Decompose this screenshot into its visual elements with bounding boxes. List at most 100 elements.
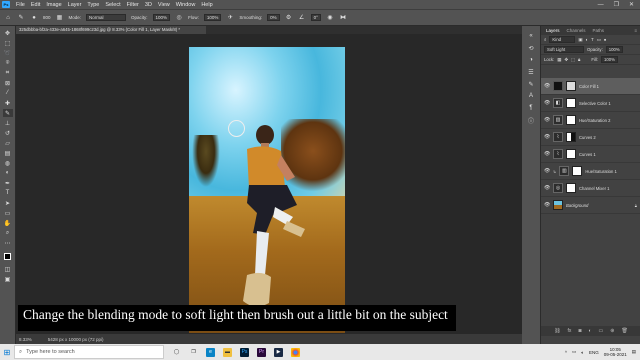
volume-icon[interactable]: 🔈︎ <box>581 350 584 355</box>
type-tool-icon[interactable]: T <box>3 189 13 197</box>
blend-mode-select[interactable]: Soft Light <box>544 46 584 53</box>
flow-input[interactable]: 100% <box>203 14 222 21</box>
zoom-level[interactable]: 8.33% <box>19 337 32 342</box>
eyedropper-tool-icon[interactable]: ⁄ <box>3 89 13 97</box>
filter-shape-icon[interactable]: ▭ <box>597 37 601 43</box>
menu-select[interactable]: Select <box>105 2 120 8</box>
smoothing-settings-icon[interactable]: ⚙ <box>285 14 293 22</box>
notifications-icon[interactable]: ▤ <box>632 349 636 355</box>
close-button[interactable]: ✕ <box>629 1 634 8</box>
quick-mask-icon[interactable]: ◫ <box>3 265 13 273</box>
lock-all-icon[interactable]: 🔒︎ <box>578 57 580 62</box>
history-panel-icon[interactable]: ⟲ <box>527 44 536 52</box>
mask-thumbnail[interactable] <box>566 81 576 91</box>
task-switch-icon[interactable]: ❐ <box>189 348 198 357</box>
visibility-eye-icon[interactable]: 👁︎ <box>544 100 550 106</box>
layer-name[interactable]: Background <box>566 203 588 208</box>
layer-name[interactable]: Color Fill 1 <box>579 84 599 89</box>
screen-mode-icon[interactable]: ▣ <box>3 275 13 283</box>
smoothing-input[interactable]: 0% <box>267 14 280 21</box>
marquee-tool-icon[interactable]: ⬚ <box>3 39 13 47</box>
pressure-size-icon[interactable]: ◉ <box>326 14 334 22</box>
hand-tool-icon[interactable]: ✋ <box>3 219 13 227</box>
layer-row[interactable]: 👁︎ ↳ ▥ Hue/Saturation 1 <box>541 163 640 180</box>
menu-edit[interactable]: Edit <box>31 2 40 8</box>
color-swatches-icon[interactable] <box>3 249 13 263</box>
visibility-eye-icon[interactable]: 👁︎ <box>544 117 550 123</box>
premiere-icon[interactable]: Pr <box>257 347 266 357</box>
collapse-panels-icon[interactable]: « <box>527 32 536 40</box>
show-hidden-icons[interactable]: ^ <box>565 350 567 355</box>
layer-row[interactable]: 👁︎ ▥ Hue/Saturation 2 <box>541 112 640 129</box>
kind-filter-select[interactable]: Kind <box>549 36 576 43</box>
panel-menu-icon[interactable]: ≡ <box>634 28 640 33</box>
mask-thumbnail[interactable] <box>572 166 583 176</box>
layer-opacity-input[interactable]: 100% <box>605 46 623 53</box>
filter-adjust-icon[interactable]: ◐ <box>585 37 588 42</box>
shape-tool-icon[interactable]: ▭ <box>3 209 13 217</box>
symmetry-icon[interactable]: ⧓ <box>339 14 347 22</box>
visibility-eye-icon[interactable]: 👁︎ <box>544 83 550 89</box>
new-group-icon[interactable]: ▭ <box>599 328 604 334</box>
tab-layers[interactable]: Layers <box>546 28 560 33</box>
lock-position-icon[interactable]: ✥ <box>564 57 568 63</box>
frame-tool-icon[interactable]: ⊠ <box>3 79 13 87</box>
chrome-icon[interactable] <box>291 347 300 357</box>
brush-tool-icon[interactable]: ✎ <box>17 14 25 22</box>
delete-layer-icon[interactable]: 🗑︎ <box>621 328 627 334</box>
filter-pixel-icon[interactable]: ▣ <box>578 37 582 43</box>
properties-panel-icon[interactable]: ☰ <box>527 68 536 76</box>
maximize-button[interactable]: ❐ <box>614 1 619 8</box>
opacity-input[interactable]: 100% <box>152 14 171 21</box>
menu-filter[interactable]: Filter <box>127 2 139 8</box>
photoshop-icon[interactable]: Ps <box>240 347 249 357</box>
task-view-icon[interactable]: ◯ <box>172 348 181 357</box>
gradient-tool-icon[interactable]: ▤ <box>3 149 13 157</box>
info-panel-icon[interactable]: ⓘ <box>527 116 536 125</box>
mode-select[interactable]: Normal <box>86 14 127 21</box>
character-panel-icon[interactable]: A <box>527 92 536 100</box>
menu-file[interactable]: File <box>16 2 25 8</box>
file-explorer-icon[interactable]: ▬ <box>223 347 232 357</box>
new-adjustment-icon[interactable]: ◐ <box>588 328 591 334</box>
brush-settings-icon[interactable]: ▦ <box>56 14 64 22</box>
move-tool-icon[interactable]: ✥ <box>3 29 13 37</box>
layer-row[interactable]: 👁︎ Color Fill 1 <box>541 78 640 95</box>
layer-name[interactable]: Hue/Saturation 1 <box>585 169 616 174</box>
more-tools-icon[interactable]: ⋯ <box>3 239 13 247</box>
layer-row[interactable]: 👁︎ Background 🔒︎ <box>541 197 640 214</box>
layer-name[interactable]: Hue/Saturation 2 <box>579 118 610 123</box>
windows-start-icon[interactable]: ⊞ <box>0 344 14 360</box>
layer-row[interactable]: 👁︎ ⌇ Curves 2 <box>541 129 640 146</box>
layer-name[interactable]: Curves 1 <box>579 152 596 157</box>
brush-panel-icon[interactable]: ✎ <box>527 80 536 88</box>
edge-browser-icon[interactable]: e <box>206 347 215 357</box>
mask-thumbnail[interactable] <box>566 115 576 125</box>
menu-help[interactable]: Help <box>201 2 212 8</box>
layer-name[interactable]: Curves 2 <box>579 135 596 140</box>
pressure-opacity-icon[interactable]: ◎ <box>175 14 183 22</box>
filter-type-icon[interactable]: T <box>591 37 594 42</box>
menu-image[interactable]: Image <box>46 2 61 8</box>
filter-toggle-icon[interactable]: ● <box>604 37 607 42</box>
add-mask-icon[interactable]: ◙ <box>578 328 581 334</box>
menu-window[interactable]: Window <box>176 2 196 8</box>
layer-name[interactable]: Selective Color 1 <box>579 101 611 106</box>
new-layer-icon[interactable]: ⊕ <box>610 328 614 334</box>
menu-view[interactable]: View <box>158 2 170 8</box>
layer-row[interactable]: 👁︎ ◎ Channel Mixer 1 <box>541 180 640 197</box>
airbrush-icon[interactable]: ✈ <box>226 14 234 22</box>
document-photo[interactable] <box>189 47 345 333</box>
history-brush-tool-icon[interactable]: ↺ <box>3 129 13 137</box>
link-layers-icon[interactable]: ⛓ <box>554 328 560 334</box>
document-tab[interactable]: 325dbbba-bf2a-433e-a645-1868f699c23d.jpg… <box>16 26 206 34</box>
visibility-eye-icon[interactable]: 👁︎ <box>544 168 550 174</box>
home-icon[interactable]: ⌂ <box>4 14 12 22</box>
angle-input[interactable]: 0° <box>310 14 321 21</box>
zoom-tool-icon[interactable]: ⌕ <box>3 229 13 237</box>
taskbar-clock[interactable]: 10:05 09-05-2021 <box>604 347 627 358</box>
brush-size-value[interactable]: 800 <box>43 15 51 20</box>
visibility-eye-icon[interactable]: 👁︎ <box>544 202 550 208</box>
tab-channels[interactable]: Channels <box>567 28 586 33</box>
clone-stamp-tool-icon[interactable]: ⊥ <box>3 119 13 127</box>
